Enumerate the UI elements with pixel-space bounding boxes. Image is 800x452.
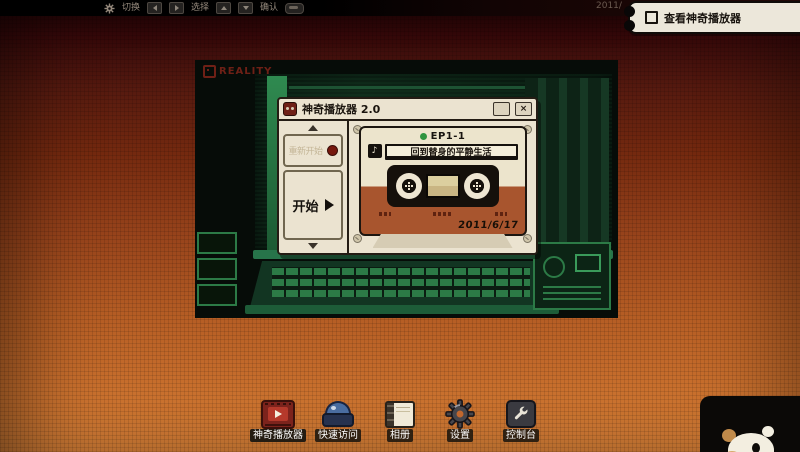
cassette-app-icon — [283, 102, 297, 116]
music-note-icon: ♪ — [368, 144, 382, 158]
tape-deck-device — [533, 242, 611, 310]
deck-vent-lines — [543, 286, 601, 300]
binder-dot — [624, 6, 635, 17]
start-label: 开始 — [292, 196, 318, 215]
desktop-icon-label: 神奇播放器 — [250, 429, 306, 442]
scroll-down-button[interactable] — [306, 242, 320, 250]
tape-level-window — [426, 174, 460, 198]
window-title: 神奇播放器 2.0 — [302, 101, 488, 117]
window-titlebar[interactable]: 神奇播放器 2.0 × — [279, 99, 536, 121]
hud-switch-label: 切换 — [122, 0, 140, 16]
gear-icon — [104, 3, 115, 14]
restart-label: 重新开始 — [288, 144, 322, 157]
player-window: 神奇播放器 2.0 × 重新开始 开始 — [277, 97, 538, 255]
peripheral-box — [197, 258, 237, 280]
start-button[interactable]: 开始 — [283, 170, 343, 240]
reality-logo-icon — [203, 65, 216, 78]
desktop-icon-settings[interactable]: 设置 — [428, 398, 492, 442]
confirm-key-icon[interactable] — [285, 3, 304, 14]
down-arrow-icon — [308, 243, 318, 249]
peripheral-box — [197, 284, 237, 306]
title-strip: 回到替身的平静生活 — [385, 144, 518, 158]
console-icon — [506, 400, 536, 428]
episode-dot-icon — [420, 133, 427, 140]
minimize-button[interactable] — [493, 102, 510, 116]
album-icon — [385, 401, 415, 428]
left-arrow-icon — [153, 5, 157, 11]
desktop-icon-label: 快速访问 — [315, 429, 361, 442]
cassette-marking — [495, 212, 507, 216]
hamster-character — [722, 429, 778, 452]
up-arrow-icon — [221, 6, 227, 10]
desktop-icon-album[interactable]: 相册 — [368, 398, 432, 442]
reel-left-icon — [396, 173, 422, 199]
up-arrow-icon — [308, 125, 318, 131]
select-up-button[interactable] — [216, 2, 231, 14]
desktop-icon-label: 控制台 — [503, 429, 539, 442]
cassette-date: 2011/6/17 — [457, 220, 519, 231]
bumper-left-button[interactable] — [147, 2, 162, 14]
select-down-button[interactable] — [238, 2, 253, 14]
desktop-icon-player[interactable]: 神奇播放器 — [246, 398, 310, 442]
cassette-panel: EP1-1 ♪ 回到替身的平静生活 — [349, 121, 536, 253]
title-strip-row: ♪ 回到替身的平静生活 — [368, 144, 518, 158]
cassette-window — [387, 165, 499, 207]
scroll-up-button[interactable] — [306, 124, 320, 132]
player-controls-panel: 重新开始 开始 — [279, 121, 349, 253]
play-icon — [325, 199, 334, 211]
hud-date: 2011/ — [596, 1, 622, 11]
desktop-icon-label: 相册 — [387, 429, 413, 442]
wrench-icon — [512, 405, 530, 423]
desktop-icon-label: 设置 — [447, 429, 473, 442]
hamster-ear — [762, 426, 774, 437]
screw-icon — [353, 234, 362, 243]
record-dot-icon — [327, 145, 338, 156]
hud-confirm-label: 确认 — [260, 0, 278, 16]
cassette-title: 回到替身的平静生活 — [410, 145, 491, 158]
close-button[interactable]: × — [515, 102, 532, 116]
desktop-icon-quick-access[interactable]: 快速访问 — [306, 398, 370, 442]
window-body: 重新开始 开始 EP1-1 — [279, 121, 536, 253]
quest-item-label: 查看神奇播放器 — [664, 10, 741, 26]
quick-access-icon — [321, 399, 355, 429]
quest-panel[interactable]: 查看神奇播放器 — [628, 1, 800, 34]
bumper-right-button[interactable] — [169, 2, 184, 14]
cassette-marking — [379, 212, 391, 216]
binder-dot — [624, 20, 635, 31]
right-arrow-icon — [175, 5, 179, 11]
hamster-popup[interactable] — [700, 396, 800, 452]
hamster-eye — [752, 443, 760, 452]
restart-button[interactable]: 重新开始 — [283, 134, 343, 167]
episode-row: EP1-1 — [361, 131, 525, 142]
hud-select-label: 选择 — [191, 0, 209, 16]
down-arrow-icon — [243, 6, 249, 10]
gear-icon — [444, 398, 476, 430]
deck-slot-icon — [575, 254, 601, 272]
keyboard-front-edge — [245, 305, 559, 314]
cassette-marking — [433, 212, 453, 216]
cassette-tray — [373, 234, 513, 248]
quest-checkbox[interactable] — [645, 11, 658, 24]
screw-icon — [523, 234, 532, 243]
keyboard — [250, 261, 552, 307]
peripheral-box — [197, 232, 237, 254]
reel-right-icon — [464, 173, 490, 199]
episode-label: EP1-1 — [431, 131, 466, 142]
player-icon — [261, 400, 295, 429]
cassette-tape[interactable]: EP1-1 ♪ 回到替身的平静生活 — [359, 126, 527, 236]
game-screen: 切换 选择 确认 2011/ 查看神奇播放器 REALITY — [0, 0, 800, 452]
desktop-icon-console[interactable]: 控制台 — [489, 398, 553, 442]
deck-dial-icon — [543, 256, 565, 278]
